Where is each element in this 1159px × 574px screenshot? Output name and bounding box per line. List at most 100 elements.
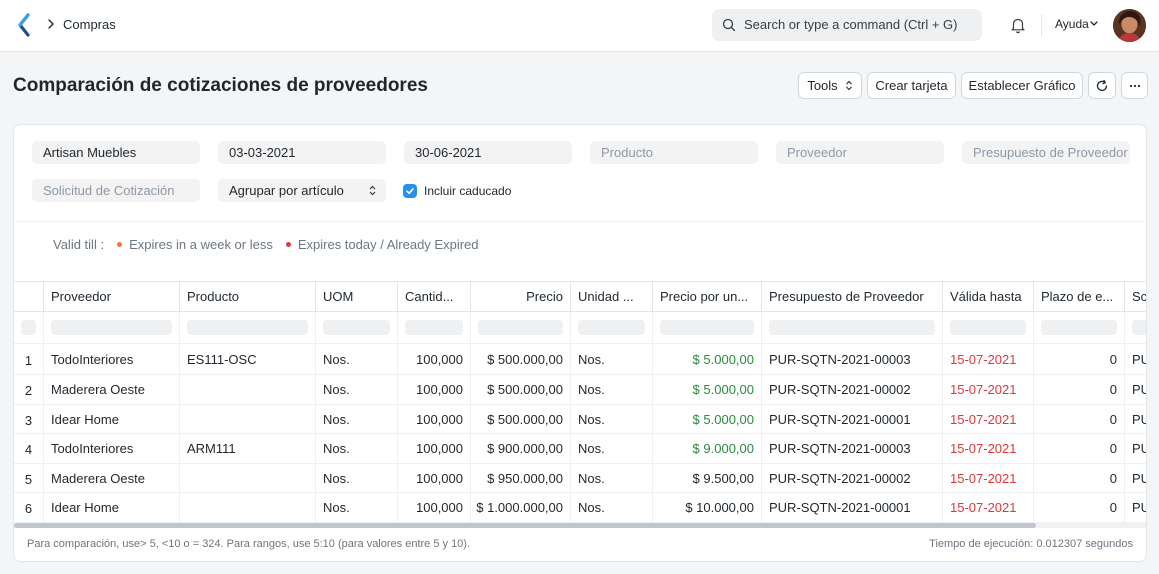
user-avatar[interactable] xyxy=(1113,9,1146,42)
group-by-select[interactable]: Agrupar por artículo xyxy=(218,179,386,202)
table-cell-idx[interactable]: 1 xyxy=(14,344,44,374)
table-cell-lead-time[interactable]: 0 xyxy=(1034,375,1125,404)
table-cell-stock-uom[interactable]: Nos. xyxy=(571,405,653,433)
table-cell-uom[interactable]: Nos. xyxy=(316,493,398,522)
refresh-button[interactable] xyxy=(1088,72,1116,99)
table-cell-price-per-unit[interactable]: $ 9.000,00 xyxy=(653,434,762,463)
column-header[interactable]: Unidad ... xyxy=(571,282,653,311)
table-cell-valid-till[interactable]: 15-07-2021 xyxy=(943,344,1034,374)
company-filter[interactable]: Artisan Muebles xyxy=(32,141,200,164)
from-date-filter[interactable]: 03-03-2021 xyxy=(218,141,386,164)
table-cell-qty[interactable]: 100,000 xyxy=(398,464,471,492)
table-row[interactable]: 6 Idear Home Nos. 100,000 $ 1.000.000,00 Nos.… xyxy=(14,493,1146,523)
column-header[interactable]: Proveedor xyxy=(44,282,180,311)
column-header[interactable]: Producto xyxy=(180,282,316,311)
table-cell-qty[interactable]: 100,000 xyxy=(398,344,471,374)
table-cell-qty[interactable]: 100,000 xyxy=(398,405,471,433)
column-header[interactable]: Presupuesto de Proveedor xyxy=(762,282,943,311)
table-row[interactable]: 5 Maderera Oeste Nos. 100,000 $ 950.000,00 No… xyxy=(14,464,1146,493)
table-cell-valid-till[interactable]: 15-07-2021 xyxy=(943,434,1034,463)
column-header[interactable]: Válida hasta xyxy=(943,282,1034,311)
table-cell-price[interactable]: $ 950.000,00 xyxy=(471,464,571,492)
table-cell-idx[interactable]: 3 xyxy=(14,405,44,433)
table-cell-uom[interactable]: Nos. xyxy=(316,434,398,463)
table-cell-price-per-unit[interactable]: $ 5.000,00 xyxy=(653,405,762,433)
table-cell-lead-time[interactable]: 0 xyxy=(1034,464,1125,492)
column-filter-input[interactable] xyxy=(660,320,754,335)
help-dropdown[interactable]: Ayuda xyxy=(1055,17,1089,31)
scrollbar-thumb[interactable] xyxy=(14,523,1036,528)
table-cell-price[interactable]: $ 500.000,00 xyxy=(471,375,571,404)
table-cell-supplier[interactable]: Maderera Oeste xyxy=(44,375,180,404)
table-cell-supplier[interactable]: TodoInteriores xyxy=(44,434,180,463)
table-cell-stock-uom[interactable]: Nos. xyxy=(571,434,653,463)
table-cell-item[interactable] xyxy=(180,405,316,433)
table-cell-lead-time[interactable]: 0 xyxy=(1034,405,1125,433)
include-expired-toggle[interactable]: Incluir caducado xyxy=(403,183,511,199)
table-cell-price[interactable]: $ 500.000,00 xyxy=(471,405,571,433)
table-cell-price-per-unit[interactable]: $ 5.000,00 xyxy=(653,344,762,374)
column-header[interactable]: Sc xyxy=(1125,282,1146,311)
column-header[interactable]: Precio xyxy=(471,282,571,311)
app-logo-icon[interactable] xyxy=(17,13,33,37)
column-header[interactable]: Cantid... xyxy=(398,282,471,311)
table-cell-lead-time[interactable]: 0 xyxy=(1034,434,1125,463)
table-cell-stock-uom[interactable]: Nos. xyxy=(571,464,653,492)
table-cell-stock-uom[interactable]: Nos. xyxy=(571,344,653,374)
table-cell-quotation[interactable]: PUR-SQTN-2021-00002 xyxy=(762,464,943,492)
table-cell-idx[interactable]: 5 xyxy=(14,464,44,492)
table-cell-price[interactable]: $ 500.000,00 xyxy=(471,344,571,374)
table-cell-uom[interactable]: Nos. xyxy=(316,464,398,492)
table-cell-supplier[interactable]: TodoInteriores xyxy=(44,344,180,374)
table-row[interactable]: 2 Maderera Oeste Nos. 100,000 $ 500.000,00 No… xyxy=(14,375,1146,405)
column-header[interactable]: Precio por un... xyxy=(653,282,762,311)
supplier-quotation-filter[interactable]: Presupuesto de Proveedor xyxy=(962,141,1130,164)
table-cell-uom[interactable]: Nos. xyxy=(316,375,398,404)
table-cell-price-per-unit[interactable]: $ 5.000,00 xyxy=(653,375,762,404)
table-cell-supplier[interactable]: Maderera Oeste xyxy=(44,464,180,492)
column-header[interactable]: Plazo de e... xyxy=(1034,282,1125,311)
table-cell-item[interactable]: ARM111 xyxy=(180,434,316,463)
table-cell-idx[interactable]: 2 xyxy=(14,375,44,404)
column-filter-input[interactable] xyxy=(950,320,1026,335)
horizontal-scrollbar[interactable] xyxy=(14,523,1146,528)
table-cell-extra[interactable]: PU xyxy=(1125,493,1146,522)
table-cell-item[interactable] xyxy=(180,464,316,492)
table-cell-qty[interactable]: 100,000 xyxy=(398,493,471,522)
column-header[interactable]: UOM xyxy=(316,282,398,311)
column-filter-input[interactable] xyxy=(769,320,935,335)
table-cell-qty[interactable]: 100,000 xyxy=(398,375,471,404)
to-date-filter[interactable]: 30-06-2021 xyxy=(404,141,572,164)
item-filter[interactable]: Producto xyxy=(590,141,758,164)
table-cell-quotation[interactable]: PUR-SQTN-2021-00003 xyxy=(762,434,943,463)
table-cell-lead-time[interactable]: 0 xyxy=(1034,493,1125,522)
table-row[interactable]: 4 TodoInteriores ARM111 Nos. 100,000 $ 900.00… xyxy=(14,434,1146,464)
table-cell-item[interactable] xyxy=(180,493,316,522)
table-cell-price[interactable]: $ 1.000.000,00 xyxy=(471,493,571,522)
column-filter-input[interactable] xyxy=(187,320,308,335)
column-filter-input[interactable] xyxy=(1132,320,1146,335)
column-filter-input[interactable] xyxy=(51,320,172,335)
table-cell-uom[interactable]: Nos. xyxy=(316,405,398,433)
table-cell-supplier[interactable]: Idear Home xyxy=(44,493,180,522)
column-filter-input[interactable] xyxy=(578,320,645,335)
table-cell-uom[interactable]: Nos. xyxy=(316,344,398,374)
table-cell-supplier[interactable]: Idear Home xyxy=(44,405,180,433)
include-expired-checkbox[interactable] xyxy=(403,184,417,198)
breadcrumb-compras[interactable]: Compras xyxy=(63,17,116,32)
table-cell-quotation[interactable]: PUR-SQTN-2021-00001 xyxy=(762,493,943,522)
table-row[interactable]: 1 TodoInteriores ES111-OSC Nos. 100,000 $ 500… xyxy=(14,344,1146,375)
notification-bell-icon[interactable] xyxy=(1009,16,1027,34)
chevron-down-icon[interactable] xyxy=(1089,20,1099,28)
rfq-filter[interactable]: Solicitud de Cotización xyxy=(32,179,200,202)
table-cell-price-per-unit[interactable]: $ 9.500,00 xyxy=(653,464,762,492)
create-card-button[interactable]: Crear tarjeta xyxy=(867,72,956,99)
supplier-filter[interactable]: Proveedor xyxy=(776,141,944,164)
table-cell-valid-till[interactable]: 15-07-2021 xyxy=(943,375,1034,404)
table-cell-qty[interactable]: 100,000 xyxy=(398,434,471,463)
table-row[interactable]: 3 Idear Home Nos. 100,000 $ 500.000,00 Nos. $ … xyxy=(14,405,1146,434)
table-cell-idx[interactable]: 6 xyxy=(14,493,44,522)
column-filter-input[interactable] xyxy=(323,320,390,335)
column-filter-input[interactable] xyxy=(478,320,563,335)
table-cell-price-per-unit[interactable]: $ 10.000,00 xyxy=(653,493,762,522)
